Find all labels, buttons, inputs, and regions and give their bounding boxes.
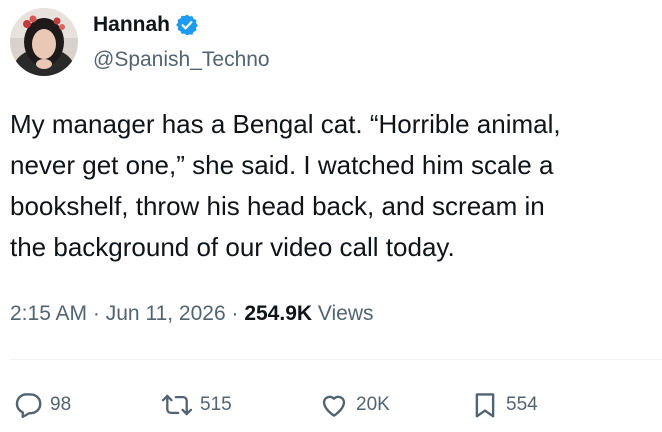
display-name[interactable]: Hannah xyxy=(93,12,170,38)
heart-icon xyxy=(322,395,346,417)
name-row: Hannah xyxy=(93,12,199,38)
retweet-count: 515 xyxy=(200,394,232,415)
retweet-button[interactable]: 515 xyxy=(160,385,232,425)
divider xyxy=(10,359,662,360)
views-count: 254.9K xyxy=(244,302,313,325)
reply-count: 98 xyxy=(50,394,72,415)
meta-separator: · xyxy=(231,302,239,325)
bookmark-count: 554 xyxy=(506,394,538,415)
avatar-image xyxy=(10,8,78,76)
user-handle[interactable]: @Spanish_Techno xyxy=(93,47,270,73)
avatar[interactable] xyxy=(10,8,78,76)
reply-button[interactable]: 98 xyxy=(14,385,71,425)
verified-badge-icon xyxy=(175,13,199,37)
bookmark-button[interactable]: 554 xyxy=(470,385,538,425)
like-button[interactable]: 20K xyxy=(318,385,390,425)
tweet-date[interactable]: Jun 11, 2026 xyxy=(106,302,226,325)
views-label: Views xyxy=(317,302,374,325)
reply-icon xyxy=(15,393,42,419)
tweet-time[interactable]: 2:15 AM xyxy=(10,302,87,325)
like-count: 20K xyxy=(356,394,390,415)
action-bar: 98 515 20K 554 xyxy=(0,385,662,425)
tweet-meta: 2:15 AM · Jun 11, 2026 · 254.9K Views xyxy=(10,299,374,329)
tweet-text: My manager has a Bengal cat. “Horrible a… xyxy=(10,109,561,262)
meta-separator: · xyxy=(92,302,100,325)
retweet-icon xyxy=(161,394,193,416)
bookmark-icon xyxy=(475,393,495,418)
tweet-card: Hannah @Spanish_Techno My manager has a … xyxy=(0,0,662,432)
